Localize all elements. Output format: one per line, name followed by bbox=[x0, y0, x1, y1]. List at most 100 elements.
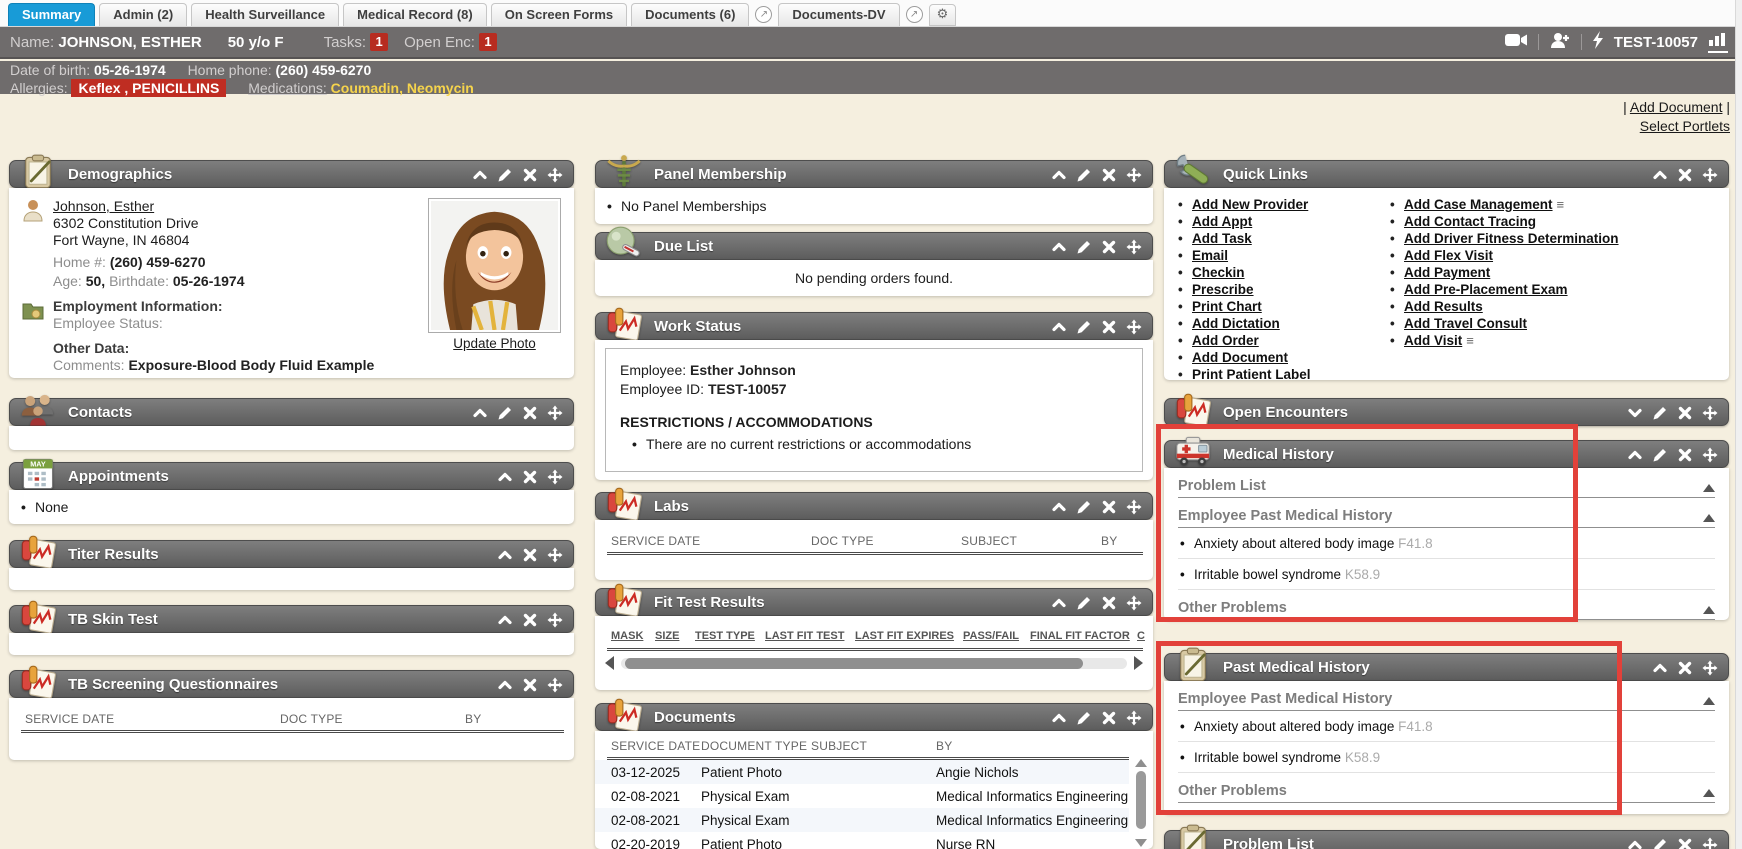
move-icon[interactable] bbox=[547, 677, 563, 693]
portlet-header[interactable]: TB Screening Questionnaires bbox=[9, 670, 574, 698]
col-size[interactable]: SIZE bbox=[655, 630, 679, 642]
move-icon[interactable] bbox=[1126, 595, 1142, 611]
history-item[interactable]: Anxiety about altered body image F41.8 bbox=[1178, 711, 1715, 742]
scroll-up-icon[interactable] bbox=[1135, 759, 1147, 767]
collapse-triangle-icon[interactable] bbox=[1703, 484, 1715, 492]
add-new-provider-link[interactable]: Add New Provider bbox=[1192, 197, 1308, 212]
collapse-icon[interactable] bbox=[1051, 167, 1067, 183]
scroll-down-icon[interactable] bbox=[1135, 839, 1147, 847]
collapse-icon[interactable] bbox=[497, 677, 513, 693]
col-test-type[interactable]: TEST TYPE bbox=[695, 630, 755, 642]
move-icon[interactable] bbox=[1702, 447, 1718, 463]
portlet-header[interactable]: Open Encounters bbox=[1164, 398, 1729, 426]
add-results-link[interactable]: Add Results bbox=[1404, 299, 1483, 314]
document-row[interactable]: 03-12-2025 Patient Photo Angie Nichols bbox=[595, 760, 1129, 784]
move-icon[interactable] bbox=[1126, 710, 1142, 726]
tab-on-screen-forms[interactable]: On Screen Forms bbox=[491, 3, 627, 26]
move-icon[interactable] bbox=[1126, 319, 1142, 335]
move-icon[interactable] bbox=[1126, 499, 1142, 515]
select-portlets-link[interactable]: Select Portlets bbox=[1640, 118, 1730, 134]
col-c-truncated[interactable]: C bbox=[1137, 630, 1145, 642]
collapse-icon[interactable] bbox=[1051, 499, 1067, 515]
move-icon[interactable] bbox=[1126, 167, 1142, 183]
add-visit-link[interactable]: Add Visit bbox=[1404, 333, 1462, 348]
patient-name-link[interactable]: Johnson, Esther bbox=[53, 198, 154, 214]
add-driver-fitness-link[interactable]: Add Driver Fitness Determination bbox=[1404, 231, 1619, 246]
video-camera-icon[interactable] bbox=[1504, 32, 1528, 52]
portlet-header[interactable]: Titer Results bbox=[9, 540, 574, 568]
add-pre-placement-exam-link[interactable]: Add Pre-Placement Exam bbox=[1404, 282, 1568, 297]
move-icon[interactable] bbox=[1702, 837, 1718, 849]
horizontal-scrollbar[interactable] bbox=[605, 657, 1143, 670]
scroll-left-icon[interactable] bbox=[605, 656, 614, 670]
col-doc-type[interactable]: DOC TYPE bbox=[811, 534, 961, 548]
edit-icon[interactable] bbox=[1652, 405, 1668, 421]
close-icon[interactable] bbox=[1101, 239, 1117, 255]
close-icon[interactable] bbox=[1677, 167, 1693, 183]
close-icon[interactable] bbox=[1101, 319, 1117, 335]
edit-icon[interactable] bbox=[1076, 710, 1092, 726]
add-dictation-link[interactable]: Add Dictation bbox=[1192, 316, 1280, 331]
portlet-header[interactable]: Problem List bbox=[1164, 830, 1729, 849]
collapse-icon[interactable] bbox=[1652, 167, 1668, 183]
history-item[interactable]: Irritable bowel syndrome K58.9 bbox=[1178, 742, 1715, 773]
lightning-bolt-icon[interactable] bbox=[1592, 31, 1604, 53]
collapse-icon[interactable] bbox=[1627, 447, 1643, 463]
portlet-header[interactable]: MAY Appointments bbox=[9, 462, 574, 490]
portlet-header[interactable]: Labs bbox=[595, 492, 1153, 520]
col-subject[interactable]: SUBJECT bbox=[811, 739, 936, 753]
add-user-icon[interactable] bbox=[1549, 32, 1571, 53]
collapse-icon[interactable] bbox=[472, 405, 488, 421]
collapse-icon[interactable] bbox=[1652, 660, 1668, 676]
collapse-triangle-icon[interactable] bbox=[1703, 789, 1715, 797]
col-document-type[interactable]: DOCUMENT TYPE bbox=[701, 739, 811, 753]
document-row[interactable]: 02-20-2019 Patient Photo Nurse RN bbox=[595, 832, 1129, 849]
add-payment-link[interactable]: Add Payment bbox=[1404, 265, 1490, 280]
add-contact-tracing-link[interactable]: Add Contact Tracing bbox=[1404, 214, 1536, 229]
edit-icon[interactable] bbox=[497, 167, 513, 183]
portlet-header[interactable]: Demographics bbox=[9, 160, 574, 188]
col-service-date[interactable]: SERVICE DATE bbox=[611, 739, 701, 753]
move-icon[interactable] bbox=[547, 547, 563, 563]
edit-icon[interactable] bbox=[1076, 319, 1092, 335]
tab-documents-dv[interactable]: Documents-DV bbox=[778, 3, 899, 26]
close-icon[interactable] bbox=[522, 547, 538, 563]
move-icon[interactable] bbox=[1126, 239, 1142, 255]
bar-chart-icon[interactable] bbox=[1708, 32, 1728, 53]
vertical-scrollbar[interactable] bbox=[1135, 759, 1147, 849]
close-icon[interactable] bbox=[522, 677, 538, 693]
add-appt-link[interactable]: Add Appt bbox=[1192, 214, 1252, 229]
close-icon[interactable] bbox=[522, 405, 538, 421]
portlet-header[interactable]: Medical History bbox=[1164, 440, 1729, 468]
portlet-header[interactable]: Due List bbox=[595, 232, 1153, 260]
external-link-icon[interactable]: ↗ bbox=[755, 6, 772, 23]
document-row[interactable]: 02-08-2021 Physical Exam Medical Informa… bbox=[595, 784, 1129, 808]
medications-link[interactable]: Medications: bbox=[248, 80, 327, 96]
close-icon[interactable] bbox=[1101, 167, 1117, 183]
edit-icon[interactable] bbox=[1076, 499, 1092, 515]
collapse-icon[interactable] bbox=[497, 547, 513, 563]
col-last-fit-test[interactable]: LAST FIT TEST bbox=[765, 630, 844, 642]
col-service-date[interactable]: SERVICE DATE bbox=[611, 534, 811, 548]
add-order-link[interactable]: Add Order bbox=[1192, 333, 1259, 348]
col-final-fit-factor[interactable]: FINAL FIT FACTOR bbox=[1030, 630, 1130, 642]
edit-icon[interactable] bbox=[1076, 595, 1092, 611]
collapse-triangle-icon[interactable] bbox=[1703, 514, 1715, 522]
external-link-icon[interactable]: ↗ bbox=[906, 6, 923, 23]
move-icon[interactable] bbox=[547, 167, 563, 183]
col-pass-fail[interactable]: PASS/FAIL bbox=[963, 630, 1019, 642]
col-service-date[interactable]: SERVICE DATE bbox=[25, 712, 280, 726]
print-chart-link[interactable]: Print Chart bbox=[1192, 299, 1262, 314]
expand-icon[interactable] bbox=[1627, 405, 1643, 421]
move-icon[interactable] bbox=[1702, 405, 1718, 421]
col-doc-type[interactable]: DOC TYPE bbox=[280, 712, 465, 726]
add-travel-consult-link[interactable]: Add Travel Consult bbox=[1404, 316, 1527, 331]
menu-icon[interactable]: ≡ bbox=[1466, 333, 1474, 348]
history-item[interactable]: Irritable bowel syndrome K58.9 bbox=[1178, 559, 1715, 590]
collapse-icon[interactable] bbox=[497, 469, 513, 485]
scrollbar-thumb[interactable] bbox=[625, 658, 1083, 669]
history-item[interactable]: Anxiety about altered body image F41.8 bbox=[1178, 528, 1715, 559]
portlet-header[interactable]: TB Skin Test bbox=[9, 605, 574, 633]
close-icon[interactable] bbox=[1677, 837, 1693, 849]
tab-admin[interactable]: Admin (2) bbox=[99, 3, 187, 26]
